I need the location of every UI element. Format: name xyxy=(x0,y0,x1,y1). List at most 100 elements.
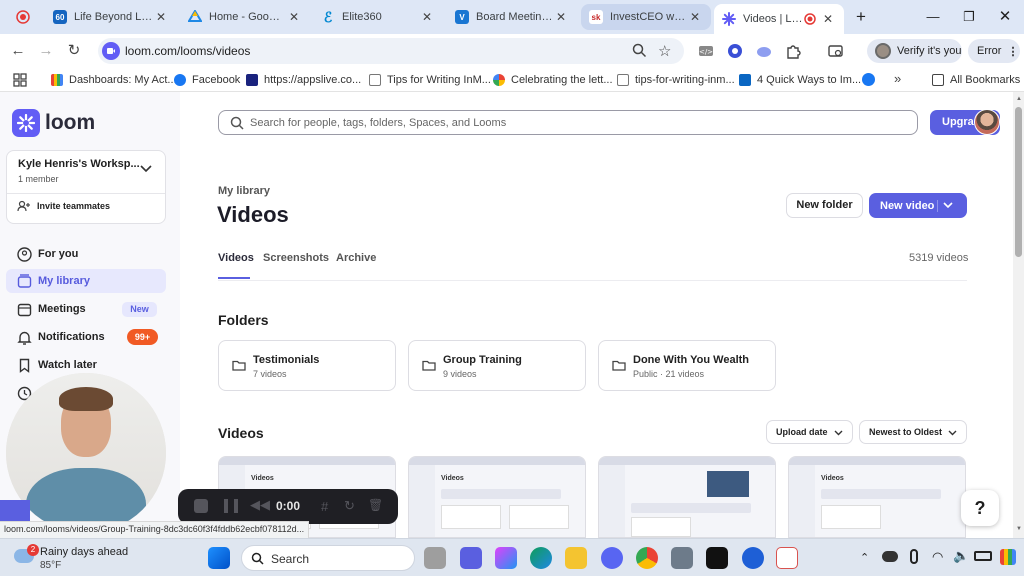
error-menu-button[interactable]: Error ⋮ xyxy=(968,39,1020,63)
user-avatar[interactable] xyxy=(974,109,1000,135)
zoom-app-icon[interactable] xyxy=(742,547,764,569)
chrome-icon[interactable] xyxy=(636,547,658,569)
close-tab-icon[interactable]: ✕ xyxy=(820,12,836,26)
teams-icon[interactable] xyxy=(460,547,482,569)
scrollbar-thumb[interactable] xyxy=(1015,107,1022,257)
sort-order-select[interactable]: Newest to Oldest xyxy=(859,420,967,444)
taskbar-search-input[interactable]: Search xyxy=(241,545,415,571)
loom-logo[interactable]: loom xyxy=(12,109,95,137)
tab-elite360[interactable]: ℰ Elite360 ✕ xyxy=(313,4,443,30)
nav-notifications[interactable]: Notifications 99+ xyxy=(6,325,166,349)
workspace-switcher[interactable]: Kyle Henris's Worksp... 1 member xyxy=(7,151,165,191)
new-tab-button[interactable]: + xyxy=(846,6,876,28)
all-bookmarks-button[interactable]: All Bookmarks xyxy=(932,72,1020,88)
folder-card-testimonials[interactable]: Testimonials 7 videos xyxy=(218,340,396,391)
address-bar[interactable]: loom.com/looms/videos ☆ xyxy=(98,38,684,64)
bookmark-appslive[interactable]: https://appslive.co... xyxy=(246,72,361,88)
minimize-button[interactable]: — xyxy=(918,6,948,28)
stop-button[interactable] xyxy=(194,499,208,513)
bookmark-star-icon[interactable]: ☆ xyxy=(658,42,671,60)
bookmark-label: https://appslive.co... xyxy=(264,74,362,86)
delete-icon[interactable]: 🗑 xyxy=(368,498,383,512)
nav-my-library[interactable]: My library xyxy=(6,269,166,293)
tab-search-icon[interactable] xyxy=(828,43,844,59)
restart-icon[interactable]: ↻ xyxy=(344,498,355,514)
facebook-bookmark-icon[interactable] xyxy=(862,73,875,86)
new-video-button[interactable]: New video xyxy=(869,193,967,218)
close-window-button[interactable]: ✕ xyxy=(990,6,1020,28)
restore-button[interactable]: ❐ xyxy=(954,6,984,28)
apps-grid-icon[interactable] xyxy=(13,73,27,87)
edge-icon[interactable] xyxy=(530,547,552,569)
extension-cloud-icon[interactable] xyxy=(756,43,772,59)
bookmark-tips-for-writing[interactable]: tips-for-writing-inm... xyxy=(617,72,735,88)
video-card[interactable]: Videos xyxy=(408,456,586,538)
new-folder-button[interactable]: New folder xyxy=(786,193,863,218)
grid-icon[interactable]: # xyxy=(321,499,328,514)
nav-for-you[interactable]: For you xyxy=(6,242,166,266)
wifi-icon[interactable]: ◠ xyxy=(932,549,943,565)
scroll-up-icon[interactable]: ▲ xyxy=(1016,96,1022,102)
tab-recording[interactable] xyxy=(8,4,44,30)
bookmark-dashboards[interactable]: Dashboards: My Act... xyxy=(51,72,177,88)
back-button[interactable]: ← xyxy=(9,42,27,60)
video-card[interactable]: Videos xyxy=(788,456,966,538)
weather-widget[interactable]: 2 Rainy days ahead 85°F xyxy=(10,543,130,573)
tab-loom-videos[interactable]: Videos | Librar ✕ xyxy=(714,4,844,34)
extensions-puzzle-icon[interactable] xyxy=(785,43,801,59)
page-scrollbar[interactable]: ▲ ▼ xyxy=(1013,92,1024,538)
sort-field-select[interactable]: Upload date xyxy=(766,420,853,444)
forward-button[interactable]: → xyxy=(37,42,55,60)
close-tab-icon[interactable]: ✕ xyxy=(153,10,169,24)
folder-card-group-training[interactable]: Group Training 9 videos xyxy=(408,340,586,391)
scroll-down-icon[interactable]: ▼ xyxy=(1016,526,1022,532)
discord-icon[interactable] xyxy=(601,547,623,569)
nav-meetings[interactable]: Meetings New xyxy=(6,297,166,321)
bookmark-linkedin[interactable]: 4 Quick Ways to Im... xyxy=(739,72,861,88)
reload-button[interactable]: ↻ xyxy=(65,42,83,60)
main-content: Search for people, tags, folders, Spaces… xyxy=(180,92,1013,538)
zoom-icon[interactable] xyxy=(632,43,647,58)
folder-card-done-with-you[interactable]: Done With You Wealth Public · 21 videos xyxy=(598,340,776,391)
verify-profile-button[interactable]: Verify it's you xyxy=(867,39,962,63)
onedrive-cloud-icon[interactable] xyxy=(882,551,898,562)
close-tab-icon[interactable]: ✕ xyxy=(286,10,302,24)
microphone-icon[interactable] xyxy=(910,549,918,564)
extension-code-icon[interactable]: </> xyxy=(698,43,714,59)
invite-teammates-button[interactable]: Invite teammates xyxy=(17,200,110,212)
close-tab-icon[interactable]: ✕ xyxy=(419,10,435,24)
close-tab-icon[interactable]: ✕ xyxy=(553,10,569,24)
notification-center-icon[interactable] xyxy=(1000,549,1016,565)
thumbnail-browser-bar xyxy=(219,457,395,465)
help-button[interactable]: ? xyxy=(961,490,999,526)
extension-circle-icon[interactable] xyxy=(727,43,743,59)
rewind-button[interactable]: ◀◀ xyxy=(250,497,270,513)
tab-videos[interactable]: Videos xyxy=(218,252,254,264)
app-icon[interactable] xyxy=(776,547,798,569)
battery-icon[interactable] xyxy=(974,551,992,561)
tab-board-meeting[interactable]: V Board Meeting 7 - ✕ xyxy=(447,4,577,30)
file-explorer-icon[interactable] xyxy=(565,547,587,569)
show-hidden-icons[interactable]: ⌃ xyxy=(860,551,869,564)
volume-icon[interactable]: 🔈 xyxy=(953,548,969,564)
webcam-bubble[interactable] xyxy=(6,373,166,533)
bookmark-tips-writing[interactable]: Tips for Writing InM... xyxy=(369,72,491,88)
copilot-icon[interactable] xyxy=(495,547,517,569)
tab-archive[interactable]: Archive xyxy=(336,252,376,264)
tab-screenshots[interactable]: Screenshots xyxy=(263,252,329,264)
bookmark-celebrating[interactable]: Celebrating the lett... xyxy=(493,72,613,88)
site-info-icon[interactable] xyxy=(102,42,120,60)
bookmark-facebook[interactable]: Facebook xyxy=(174,72,240,88)
pause-button[interactable] xyxy=(224,499,238,513)
calculator-icon[interactable] xyxy=(671,547,693,569)
tradingview-icon[interactable] xyxy=(706,547,728,569)
tab-google-drive[interactable]: Home - Google D ✕ xyxy=(180,4,310,30)
tab-investceo[interactable]: sk InvestCEO with Ky ✕ xyxy=(581,4,711,30)
start-windows-icon[interactable] xyxy=(208,547,230,569)
task-view-icon[interactable] xyxy=(424,547,446,569)
video-card[interactable] xyxy=(598,456,776,538)
search-input[interactable]: Search for people, tags, folders, Spaces… xyxy=(218,110,918,135)
more-bookmarks-icon[interactable]: » xyxy=(894,71,901,86)
tab-life-beyond[interactable]: 60 Life Beyond Latte ✕ xyxy=(45,4,177,30)
close-tab-icon[interactable]: ✕ xyxy=(687,10,703,24)
